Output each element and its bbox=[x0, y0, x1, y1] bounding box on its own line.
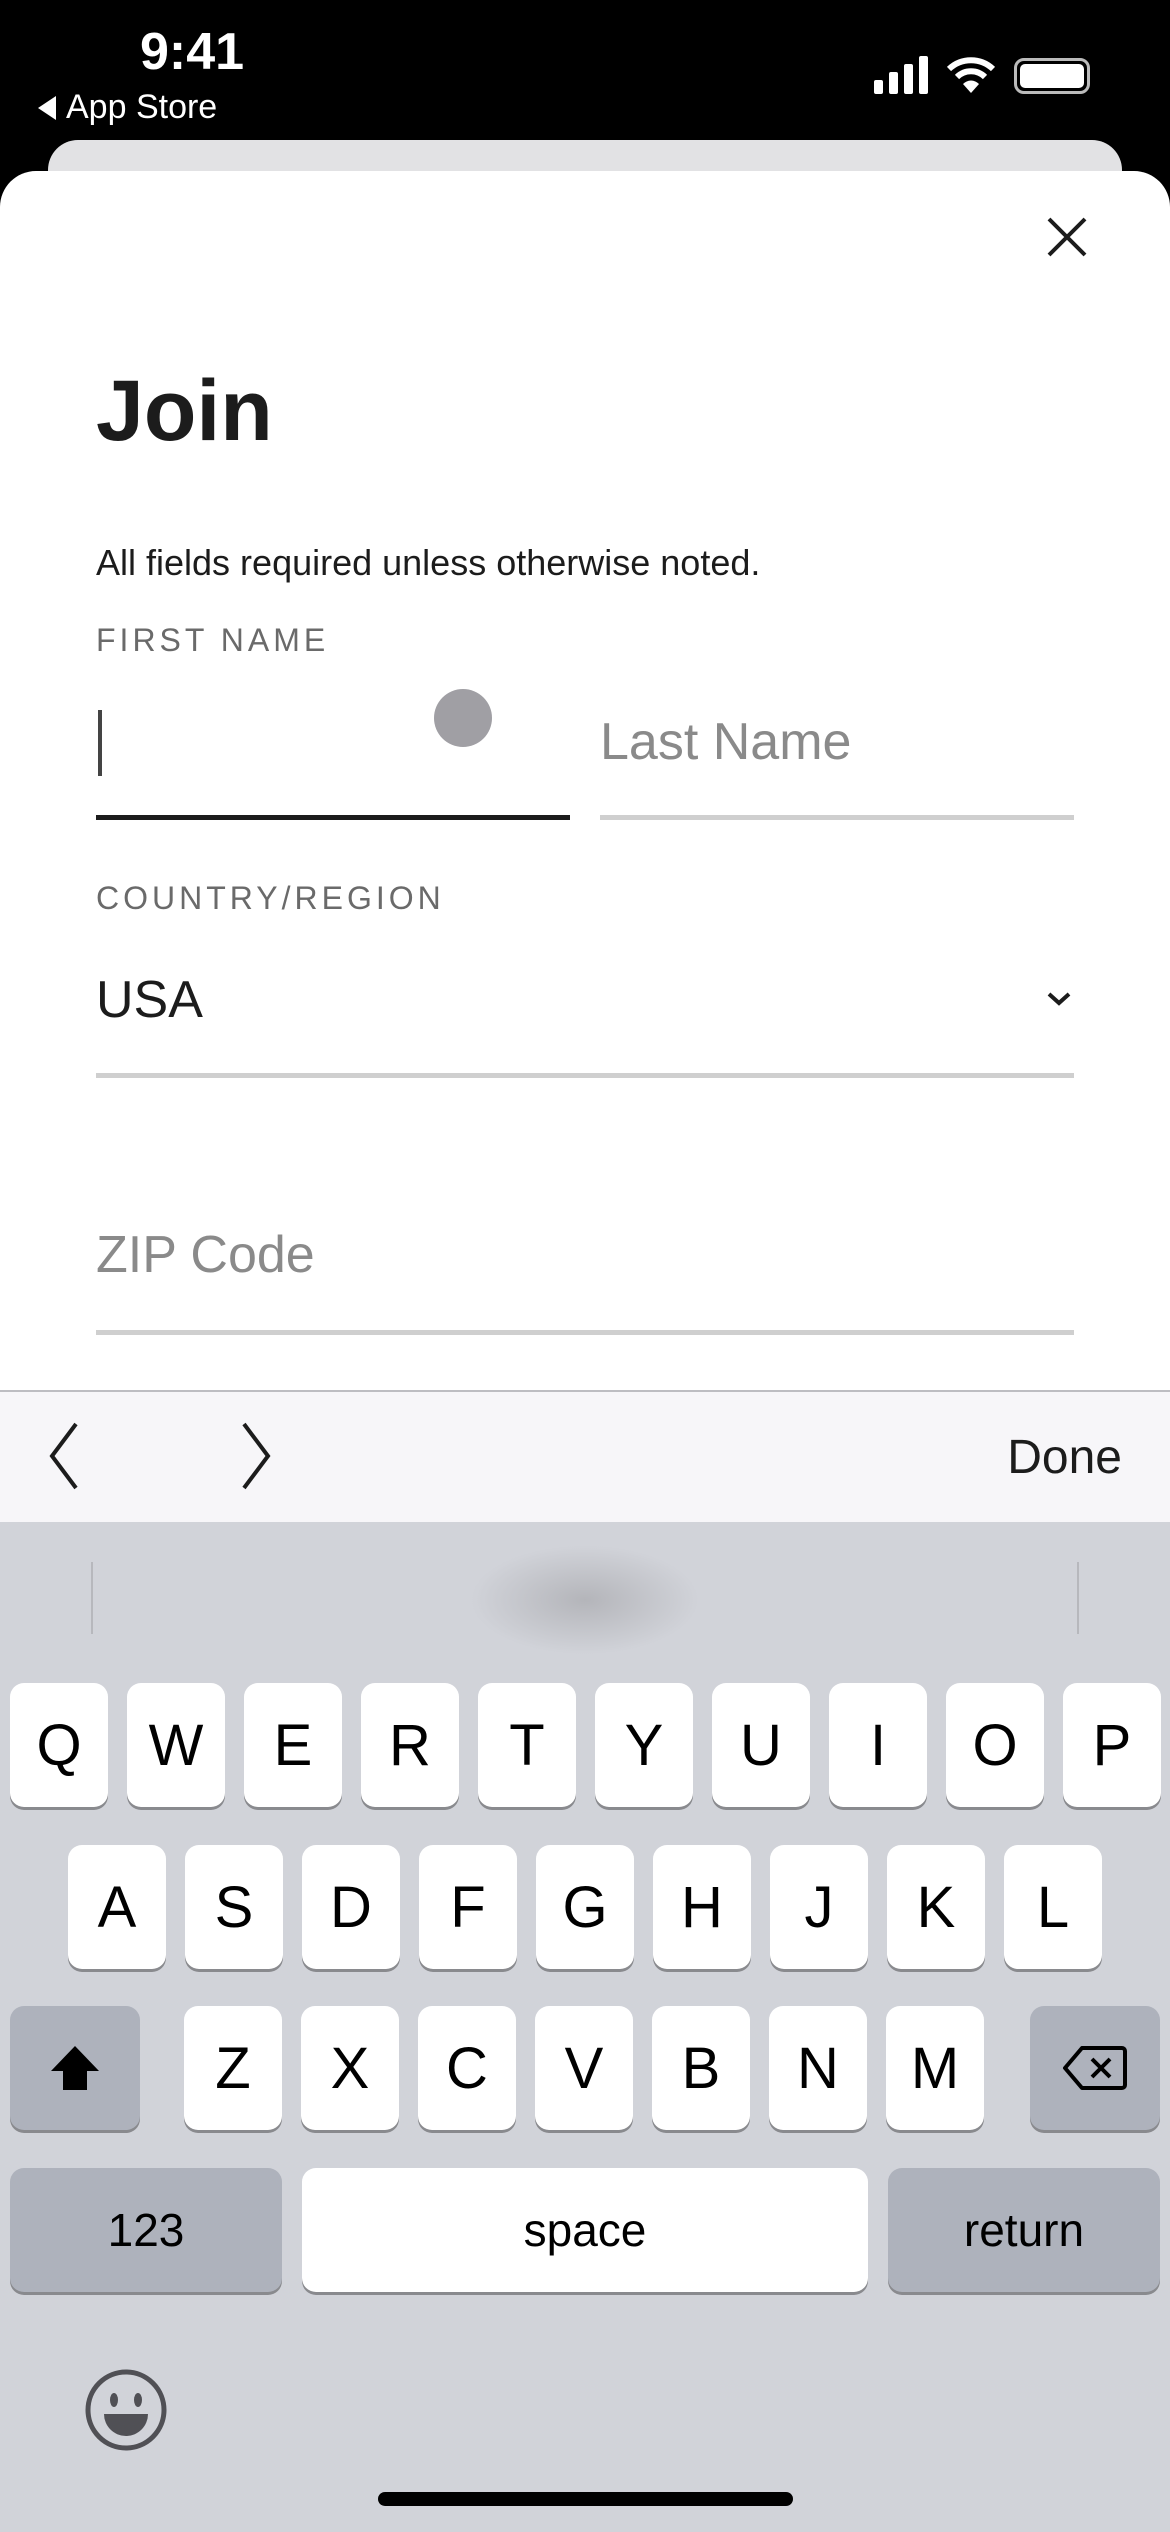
first-name-label: FIRST NAME bbox=[96, 622, 330, 658]
space-key[interactable]: space bbox=[302, 2168, 868, 2292]
key-z[interactable]: Z bbox=[184, 2006, 282, 2130]
key-c[interactable]: C bbox=[418, 2006, 516, 2130]
key-x[interactable]: X bbox=[301, 2006, 399, 2130]
status-time: 9:41 bbox=[140, 23, 245, 81]
close-icon[interactable] bbox=[1045, 215, 1089, 259]
blurred-suggestion bbox=[470, 1545, 700, 1655]
back-label: App Store bbox=[66, 88, 218, 126]
key-o[interactable]: O bbox=[946, 1683, 1044, 1807]
back-to-app-store[interactable]: App Store bbox=[38, 88, 217, 127]
backspace-icon bbox=[1063, 2046, 1127, 2090]
country-select[interactable]: USA bbox=[96, 960, 1074, 1080]
key-h[interactable]: H bbox=[653, 1845, 751, 1969]
key-a[interactable]: A bbox=[68, 1845, 166, 1969]
key-n[interactable]: N bbox=[769, 2006, 867, 2130]
key-p[interactable]: P bbox=[1063, 1683, 1161, 1807]
battery-icon bbox=[1014, 58, 1090, 94]
key-m[interactable]: M bbox=[886, 2006, 984, 2130]
key-e[interactable]: E bbox=[244, 1683, 342, 1807]
zip-placeholder: ZIP Code bbox=[96, 1226, 315, 1284]
key-j[interactable]: J bbox=[770, 1845, 868, 1969]
home-indicator bbox=[378, 2492, 793, 2506]
last-name-input[interactable]: Last Name bbox=[600, 700, 1074, 825]
key-d[interactable]: D bbox=[302, 1845, 400, 1969]
back-triangle-icon bbox=[38, 95, 56, 120]
suggestion-divider bbox=[91, 1562, 93, 1634]
wifi-icon bbox=[946, 57, 996, 93]
key-u[interactable]: U bbox=[712, 1683, 810, 1807]
status-icons bbox=[874, 56, 1090, 94]
key-f[interactable]: F bbox=[419, 1845, 517, 1969]
input-accessory-toolbar bbox=[0, 1390, 1170, 1522]
first-name-input[interactable] bbox=[96, 700, 570, 825]
first-name-underline bbox=[96, 815, 570, 820]
last-name-underline bbox=[600, 815, 1074, 820]
key-y[interactable]: Y bbox=[595, 1683, 693, 1807]
touch-indicator bbox=[434, 689, 492, 747]
zip-input[interactable]: ZIP Code bbox=[96, 1220, 1074, 1340]
required-note: All fields required unless otherwise not… bbox=[96, 542, 761, 583]
chevron-down-icon bbox=[1047, 992, 1071, 1006]
text-cursor bbox=[98, 710, 102, 776]
country-value: USA bbox=[96, 971, 203, 1029]
shift-icon bbox=[51, 2046, 99, 2090]
done-button[interactable]: Done bbox=[1007, 1430, 1122, 1485]
chevron-right-icon[interactable] bbox=[236, 1420, 276, 1492]
numbers-key[interactable]: 123 bbox=[10, 2168, 282, 2292]
page-title: Join bbox=[96, 363, 273, 459]
zip-underline bbox=[96, 1330, 1074, 1335]
shift-key[interactable] bbox=[10, 2006, 140, 2130]
return-key[interactable]: return bbox=[888, 2168, 1160, 2292]
backspace-key[interactable] bbox=[1030, 2006, 1160, 2130]
key-r[interactable]: R bbox=[361, 1683, 459, 1807]
key-t[interactable]: T bbox=[478, 1683, 576, 1807]
cellular-signal-icon bbox=[874, 56, 928, 94]
key-k[interactable]: K bbox=[887, 1845, 985, 1969]
key-i[interactable]: I bbox=[829, 1683, 927, 1807]
key-v[interactable]: V bbox=[535, 2006, 633, 2130]
key-w[interactable]: W bbox=[127, 1683, 225, 1807]
key-b[interactable]: B bbox=[652, 2006, 750, 2130]
key-q[interactable]: Q bbox=[10, 1683, 108, 1807]
last-name-placeholder: Last Name bbox=[600, 713, 852, 771]
country-label: COUNTRY/REGION bbox=[96, 880, 445, 916]
key-g[interactable]: G bbox=[536, 1845, 634, 1969]
country-underline bbox=[96, 1073, 1074, 1078]
key-s[interactable]: S bbox=[185, 1845, 283, 1969]
suggestion-divider bbox=[1077, 1562, 1079, 1634]
emoji-icon[interactable] bbox=[84, 2368, 168, 2452]
key-l[interactable]: L bbox=[1004, 1845, 1102, 1969]
chevron-left-icon[interactable] bbox=[44, 1420, 84, 1492]
